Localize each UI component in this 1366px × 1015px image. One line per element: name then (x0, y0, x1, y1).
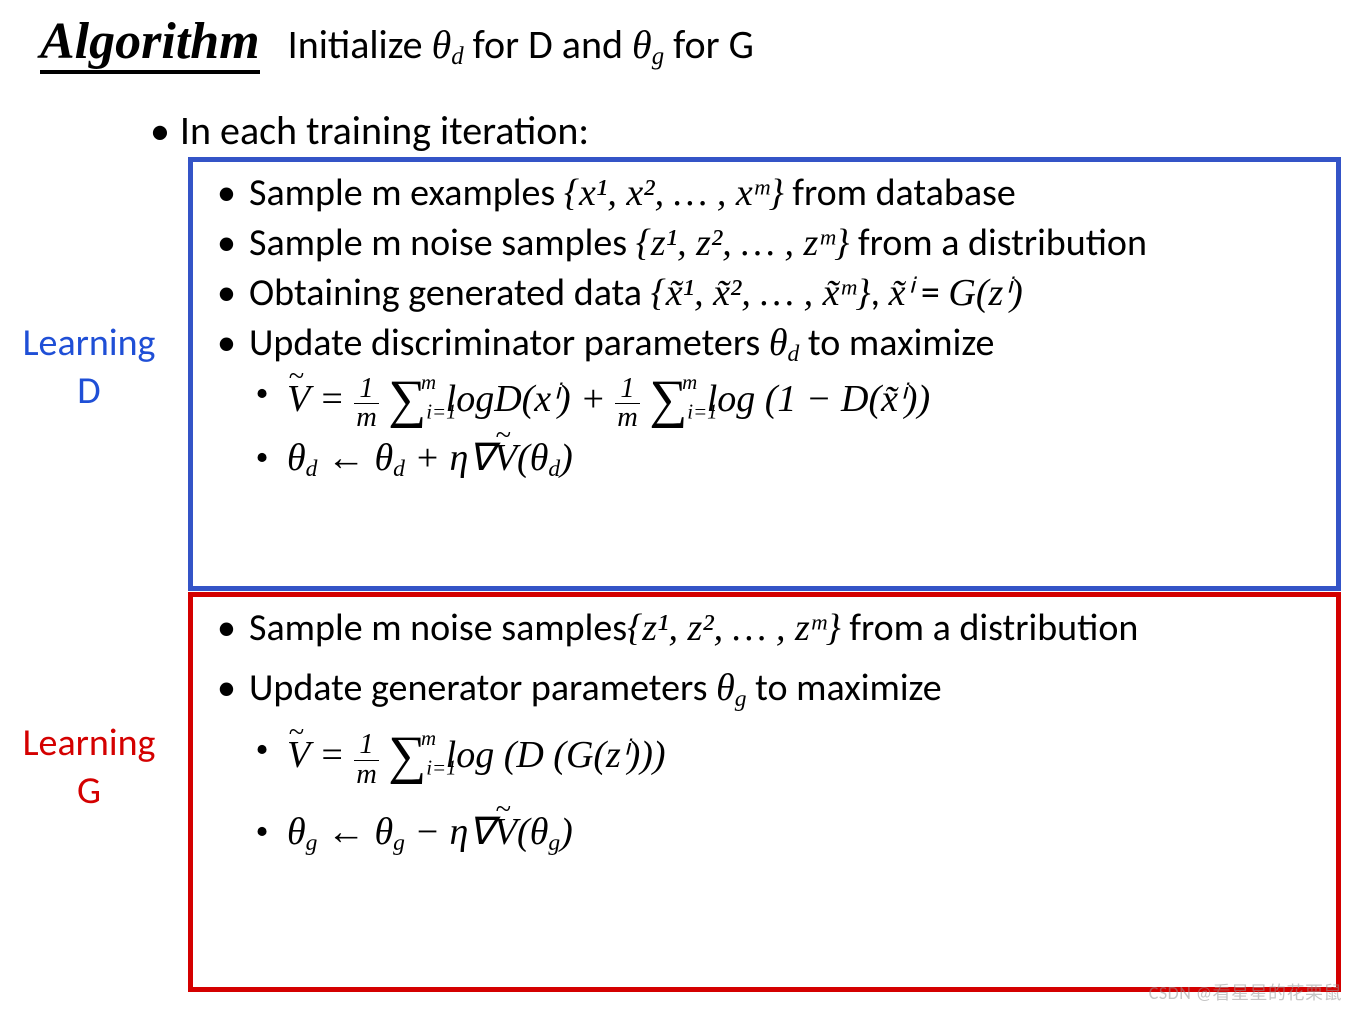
d-step-1: Sample m examples {x¹, x², … , xᵐ} from … (217, 168, 1324, 218)
theta-d: θd (432, 22, 464, 67)
bullet-icon: • (150, 106, 170, 155)
learning-d-box: Sample m examples {x¹, x², … , xᵐ} from … (188, 157, 1341, 591)
theta-g: θg (632, 22, 664, 67)
side-label-learning-g: Learning G (0, 720, 178, 815)
g-eq-v: V = 1m ∑i=1m log (D (G(zⁱ))) (217, 725, 1324, 789)
slide: Algorithm Initialize θd for D and θg for… (0, 0, 1366, 1015)
d-eq-update: θd ← θd + η∇V(θd) (217, 433, 1324, 483)
t3: for G (664, 20, 754, 69)
algorithm-label: Algorithm (40, 16, 260, 74)
iteration-line: •In each training iteration: (150, 106, 589, 155)
iteration-text: In each training iteration: (180, 106, 589, 155)
ld1: Learning (23, 320, 156, 366)
learning-g-box: Sample m noise samples{z¹, z², … , zᵐ} f… (188, 592, 1341, 992)
title-text: Initialize θd for D and θg for G (288, 25, 754, 65)
d-step-4: Update discriminator parameters θd to ma… (217, 318, 1324, 368)
g-step-1: Sample m noise samples{z¹, z², … , zᵐ} f… (217, 603, 1324, 653)
d-step-2: Sample m noise samples {z¹, z², … , zᵐ} … (217, 218, 1324, 268)
t2: for D and (464, 20, 632, 69)
watermark: CSDN @看星星的花栗鼠 (1149, 979, 1342, 1005)
t1: Initialize (288, 20, 432, 69)
d-step-3: Obtaining generated data {x̃¹, x̃², … , … (217, 268, 1324, 318)
ld2: D (77, 368, 100, 414)
d-eq-v: V = 1m ∑i=1m logD(xⁱ) + 1m ∑i=1m log (1 … (217, 369, 1324, 433)
g-eq-update: θg ← θg − η∇V(θg) (217, 807, 1324, 857)
lg2: G (77, 768, 101, 814)
lg1: Learning (23, 720, 156, 766)
title-row: Algorithm Initialize θd for D and θg for… (40, 16, 1346, 74)
side-label-learning-d: Learning D (0, 320, 178, 415)
g-step-2: Update generator parameters θg to maximi… (217, 663, 1324, 713)
